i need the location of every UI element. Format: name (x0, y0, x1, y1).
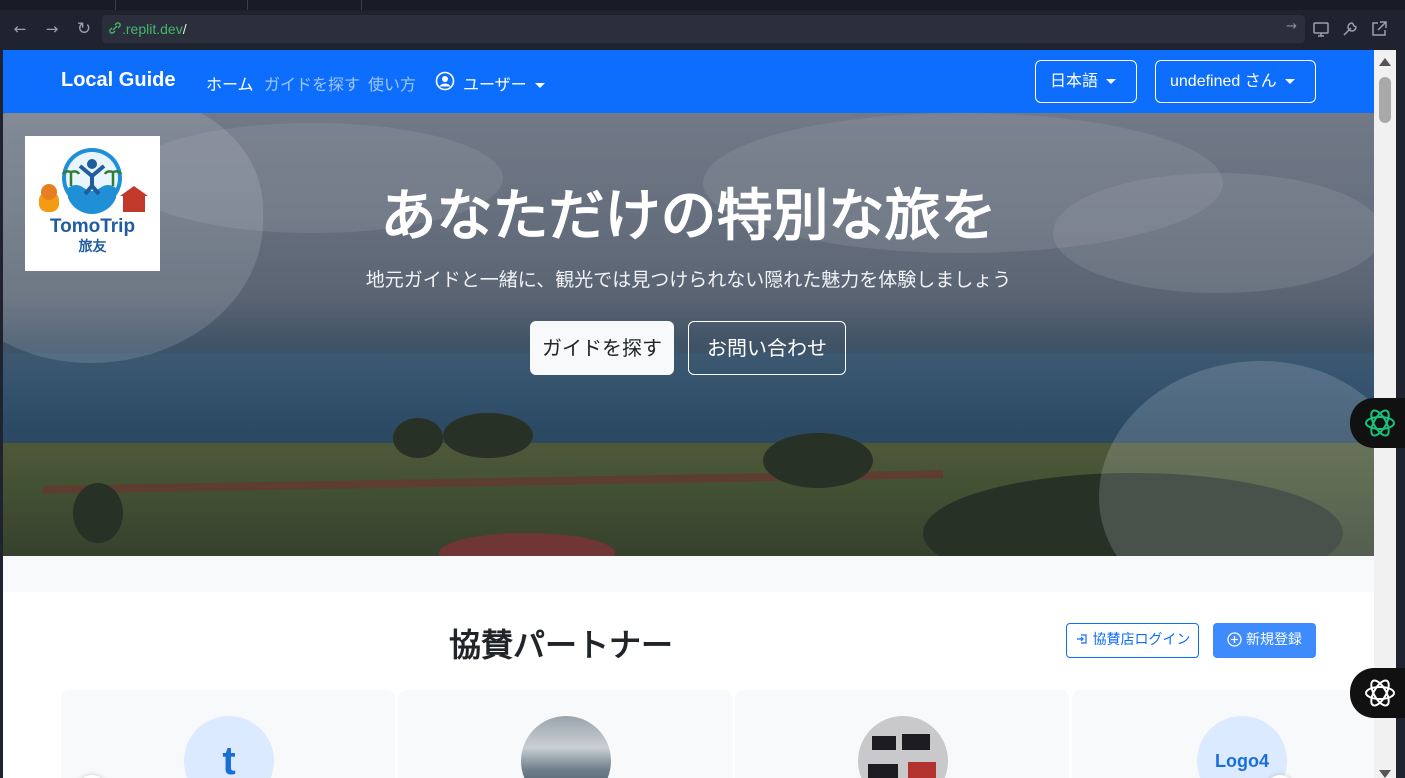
caret-down-icon (1106, 79, 1117, 85)
tab-divider (361, 0, 362, 10)
hero-subtitle: 地元ガイドと一緒に、観光では見つけられない隠れた魅力を体験しましょう (365, 269, 1012, 291)
user-circle-icon (435, 71, 455, 91)
food-tray (872, 736, 896, 750)
reload-icon[interactable]: ↻ (73, 18, 95, 40)
caret-down-icon (1284, 79, 1295, 85)
sponsor-avatar-photo (521, 716, 611, 778)
back-icon[interactable]: ← (9, 18, 31, 40)
link-icon (109, 22, 121, 34)
sponsor-login-label: 協賛店ログイン (1092, 632, 1191, 648)
address-bar[interactable]: .replit.dev/ → (102, 15, 1305, 43)
page-viewport: Local Guide ホーム ガイドを探す 使い方 ユーザー 日本語 unde… (3, 50, 1374, 778)
sponsor-card[interactable] (735, 690, 1069, 778)
sponsors-title: 協賛パートナー (449, 626, 674, 664)
assistant-float-button[interactable] (1350, 668, 1405, 718)
sponsor-card[interactable]: t (61, 690, 395, 778)
tab-strip (0, 0, 1405, 10)
register-label: 新規登録 (1246, 632, 1302, 648)
contact-button[interactable]: お問い合わせ (688, 321, 846, 375)
monitor-icon[interactable] (1311, 19, 1331, 39)
chatgpt-float-button[interactable] (1350, 398, 1405, 448)
user-dropdown-label: ユーザー (463, 75, 527, 94)
scroll-down-arrow[interactable] (1379, 770, 1391, 778)
nav-link-home[interactable]: ホーム (206, 71, 254, 95)
openai-icon (1365, 409, 1395, 437)
top-navbar: Local Guide ホーム ガイドを探す 使い方 ユーザー 日本語 unde… (3, 50, 1374, 113)
food-tray (908, 762, 936, 778)
plus-circle-icon (1227, 632, 1242, 647)
caret-down-icon (534, 83, 545, 88)
hero-section: TomoTrip 旅友 あなただけの特別な旅を 地元ガイドと一緒に、観光では見つ… (3, 113, 1374, 556)
language-label: 日本語 (1050, 73, 1099, 90)
browser-toolbar: ← → ↻ .replit.dev/ → (0, 10, 1405, 48)
account-dropdown[interactable]: undefined さん (1155, 60, 1316, 103)
go-icon[interactable]: → (1286, 19, 1297, 34)
nav-link-how-to[interactable]: 使い方 (368, 71, 416, 95)
scroll-thumb[interactable] (1379, 77, 1391, 123)
hero-title: あなただけの特別な旅を (380, 184, 997, 249)
sponsor-login-button[interactable]: 協賛店ログイン (1066, 623, 1199, 658)
assistant-icon (1365, 679, 1395, 707)
sponsor-card[interactable] (398, 690, 732, 778)
language-dropdown[interactable]: 日本語 (1035, 60, 1137, 103)
register-button[interactable]: 新規登録 (1213, 623, 1316, 658)
section-divider (3, 556, 1374, 592)
nav-link-find-guide[interactable]: ガイドを探す (264, 71, 360, 95)
login-icon (1076, 634, 1087, 644)
tab-divider (115, 0, 116, 10)
find-guide-button[interactable]: ガイドを探す (530, 321, 674, 375)
url-host: .replit.dev (122, 21, 183, 37)
external-link-icon[interactable] (1369, 19, 1389, 39)
sponsor-card[interactable]: Logo4 (1072, 690, 1374, 778)
url-path: / (182, 21, 187, 37)
wrench-icon[interactable] (1340, 19, 1360, 39)
food-tray (902, 734, 930, 750)
sponsor-avatar: Logo4 (1197, 716, 1287, 778)
account-label: undefined さん (1170, 73, 1277, 90)
forward-icon[interactable]: → (41, 18, 63, 40)
sponsor-avatar-photo (858, 716, 948, 778)
scroll-up-arrow[interactable] (1379, 58, 1391, 66)
sponsor-avatar: t (184, 716, 274, 778)
food-tray (868, 764, 898, 778)
tab-divider (247, 0, 248, 10)
url-text: .replit.dev/ (122, 20, 187, 38)
brand-link[interactable]: Local Guide (61, 69, 175, 92)
